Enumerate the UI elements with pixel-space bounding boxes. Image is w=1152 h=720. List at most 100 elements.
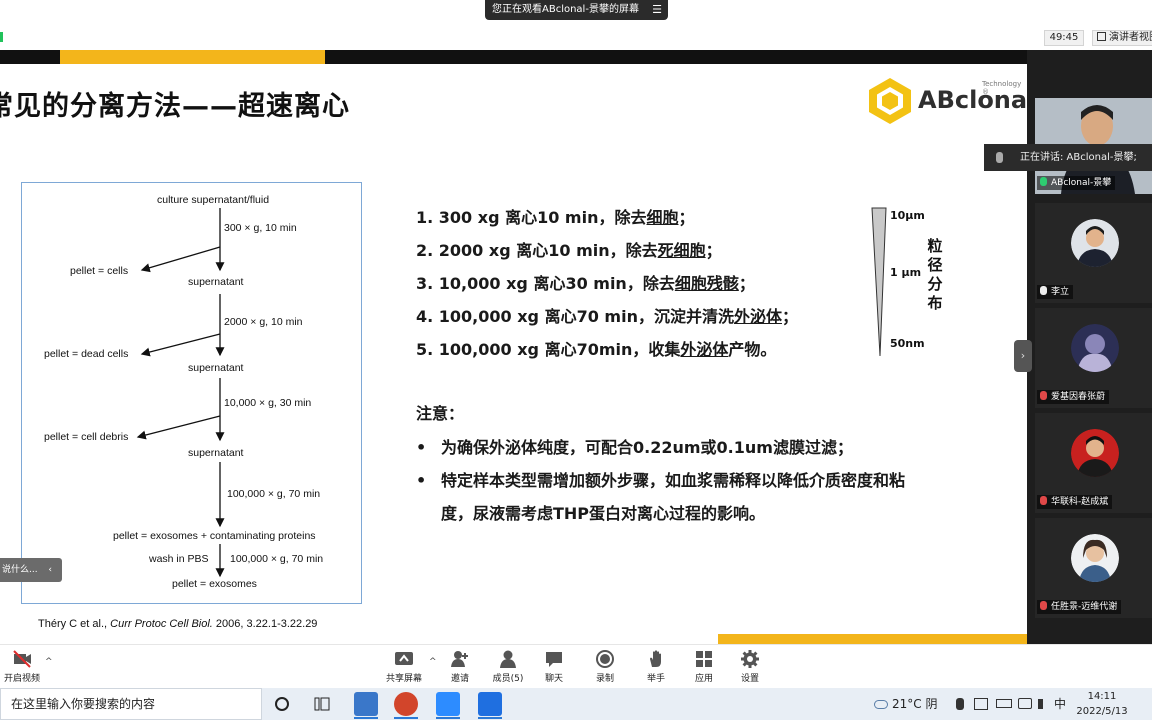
slide-footer-accent [718,634,1027,644]
note-bullet-2-cont: 度，尿液需考虑THP蛋白对离心过程的影响。 [416,500,765,524]
raise-hand-button[interactable]: 举手 [634,649,678,684]
bullet-text: 为确保外泌体纯度，可配合0.22um或0.1um滤膜过滤； [441,438,853,457]
banner-menu-icon[interactable]: ☰ [652,0,662,20]
invite-button[interactable]: 邀请 [438,649,482,684]
speaker-view-button[interactable]: 演讲者视图 [1092,30,1152,46]
mic-muted-icon [1040,601,1047,610]
active-speaker-indicator: 正在讲话: ABclonal-景攀; [984,144,1152,171]
avatar [1071,429,1119,477]
network-tray-icon[interactable] [1018,698,1032,709]
task-view-icon[interactable] [314,696,330,712]
share-screen-icon [395,652,413,665]
video-options-caret[interactable]: ^ [45,657,53,667]
raise-hand-label: 举手 [646,674,665,684]
ime-indicator[interactable]: 中 [1054,688,1066,720]
step-1-target: 细胞 [646,208,679,227]
viewing-screen-text: 您正在观看ABclonal-景攀的屏幕 [492,4,639,15]
record-button[interactable]: 录制 [583,649,627,684]
powerpoint-app-icon[interactable] [394,692,418,716]
monitor-tray-icon[interactable] [974,698,988,710]
chevron-left-icon[interactable]: ‹ [48,558,52,582]
zoom-app-icon[interactable] [478,692,502,716]
step-3-end: ； [738,274,755,293]
participant-name-0: ABclonal-景攀 [1037,176,1116,190]
task-view-circle-icon[interactable] [274,696,290,712]
step-5-target: 外泌体 [680,340,729,359]
scale-mid-label: 1 μm [890,266,922,279]
note-title: 注意： [416,404,465,423]
raise-hand-icon [650,650,661,667]
participant-tile-1[interactable]: 李立 [1035,203,1152,303]
flow-cond-5: 100,000 × g, 70 min [230,553,324,565]
collapse-panel-button[interactable]: › [1014,340,1032,372]
participant-tile-3[interactable]: 华联科-赵成斌 [1035,413,1152,513]
viewing-screen-banner[interactable]: 您正在观看ABclonal-景攀的屏幕 ☰ [485,0,668,20]
members-button[interactable]: 成员(5) [486,649,530,684]
media-app-icon[interactable] [436,692,460,716]
share-options-caret[interactable]: ^ [429,657,437,667]
mic-icon [1040,286,1047,295]
flow-sup-2: supernatant [188,362,244,374]
active-app-indicator [436,717,460,719]
step-5: 5. 100,000 xg 离心70min，收集外泌体产物。 [416,336,776,360]
volume-tray-icon[interactable] [1038,699,1048,709]
citation-ref: 2006, 3.22.1-3.22.29 [212,618,318,630]
chat-preview-tab[interactable]: 说什么... ‹ [0,558,62,582]
participant-name-text: 李立 [1051,287,1070,297]
bullet-text: 度，尿液需考虑THP蛋白对离心过程的影响。 [441,504,766,523]
step-2: 2. 2000 xg 离心10 min，除去死细胞； [416,237,722,261]
settings-button[interactable]: 设置 [728,649,772,684]
apps-icon [696,651,712,667]
particle-size-label: 粒径分布 [927,237,943,312]
chat-button[interactable]: 聊天 [532,649,576,684]
cloud-icon [874,700,888,709]
avatar [1071,324,1119,372]
clock-date: 2022/5/13 [1076,706,1128,717]
participant-name-2: 爱基因春张蔚 [1037,390,1110,404]
apps-button[interactable]: 应用 [682,649,726,684]
mic-tray-icon[interactable] [956,698,964,710]
citation-journal: Curr Protoc Cell Biol. [110,618,213,630]
taskbar-search-box[interactable]: 在这里输入你要搜索的内容 [0,688,262,720]
step-2-end: ； [705,241,722,260]
step-1: 1. 300 xg 离心10 min，除去细胞； [416,204,695,228]
settings-label: 设置 [740,674,759,684]
screen: 您正在观看ABclonal-景攀的屏幕 ☰ 49:45 演讲者视图 常见的分离方… [0,0,1152,720]
participant-name-text: 任胜景-迈维代谢 [1051,602,1118,612]
start-video-button[interactable]: 开启视频 [0,649,44,684]
scale-bottom-label: 50nm [890,337,925,350]
share-screen-button[interactable]: 共享屏幕 [382,649,426,684]
speaker-view-label: 演讲者视图 [1109,32,1152,43]
flow-pellet-3: pellet = cell debris [44,431,129,443]
record-label: 录制 [595,674,614,684]
size-scale-wedge [871,207,887,357]
zoom-top-bar: 您正在观看ABclonal-景攀的屏幕 ☰ 49:45 演讲者视图 [0,0,1152,50]
step-5-end: 产物。 [728,340,777,359]
participant-tile-2[interactable]: 爱基因春张蔚 [1035,308,1152,408]
bullet-dot: • [416,438,427,457]
mic-icon [996,152,1003,163]
invite-label: 邀请 [450,674,469,684]
active-app-indicator [394,717,418,719]
photos-app-icon[interactable] [354,692,378,716]
step-2-target: 死细胞 [657,241,706,260]
weather-text: 21°C 阴 [892,697,938,711]
step-1-text: 1. 300 xg 离心10 min，除去 [416,208,647,227]
avatar [1071,534,1119,582]
note-bullet-1: • 为确保外泌体纯度，可配合0.22um或0.1um滤膜过滤； [416,434,853,458]
chat-icon [546,652,562,667]
logo-tech: Technology ® [982,80,1022,96]
mic-muted-icon [1040,496,1047,505]
step-5-text: 5. 100,000 xg 离心70min，收集 [416,340,681,359]
meeting-toolbar: 开启视频 ^ 共享屏幕 ^ 邀请 成员(5) 聊天 录制 举手 应用 设置 [0,644,1152,688]
step-3: 3. 10,000 xg 离心30 min，除去细胞残骸； [416,270,755,294]
start-video-label: 开启视频 [3,674,40,684]
participant-tile-4[interactable]: 任胜景-迈维代谢 [1035,518,1152,618]
battery-tray-icon[interactable] [996,699,1012,708]
participant-name-3: 华联科-赵成斌 [1037,495,1113,509]
scale-top-label: 10μm [890,209,925,222]
participant-name-4: 任胜景-迈维代谢 [1037,600,1122,614]
taskbar-clock[interactable]: 14:11 2022/5/13 [1072,689,1132,719]
weather-widget[interactable]: 21°C 阴 [874,688,937,720]
mic-on-icon [1040,177,1047,186]
